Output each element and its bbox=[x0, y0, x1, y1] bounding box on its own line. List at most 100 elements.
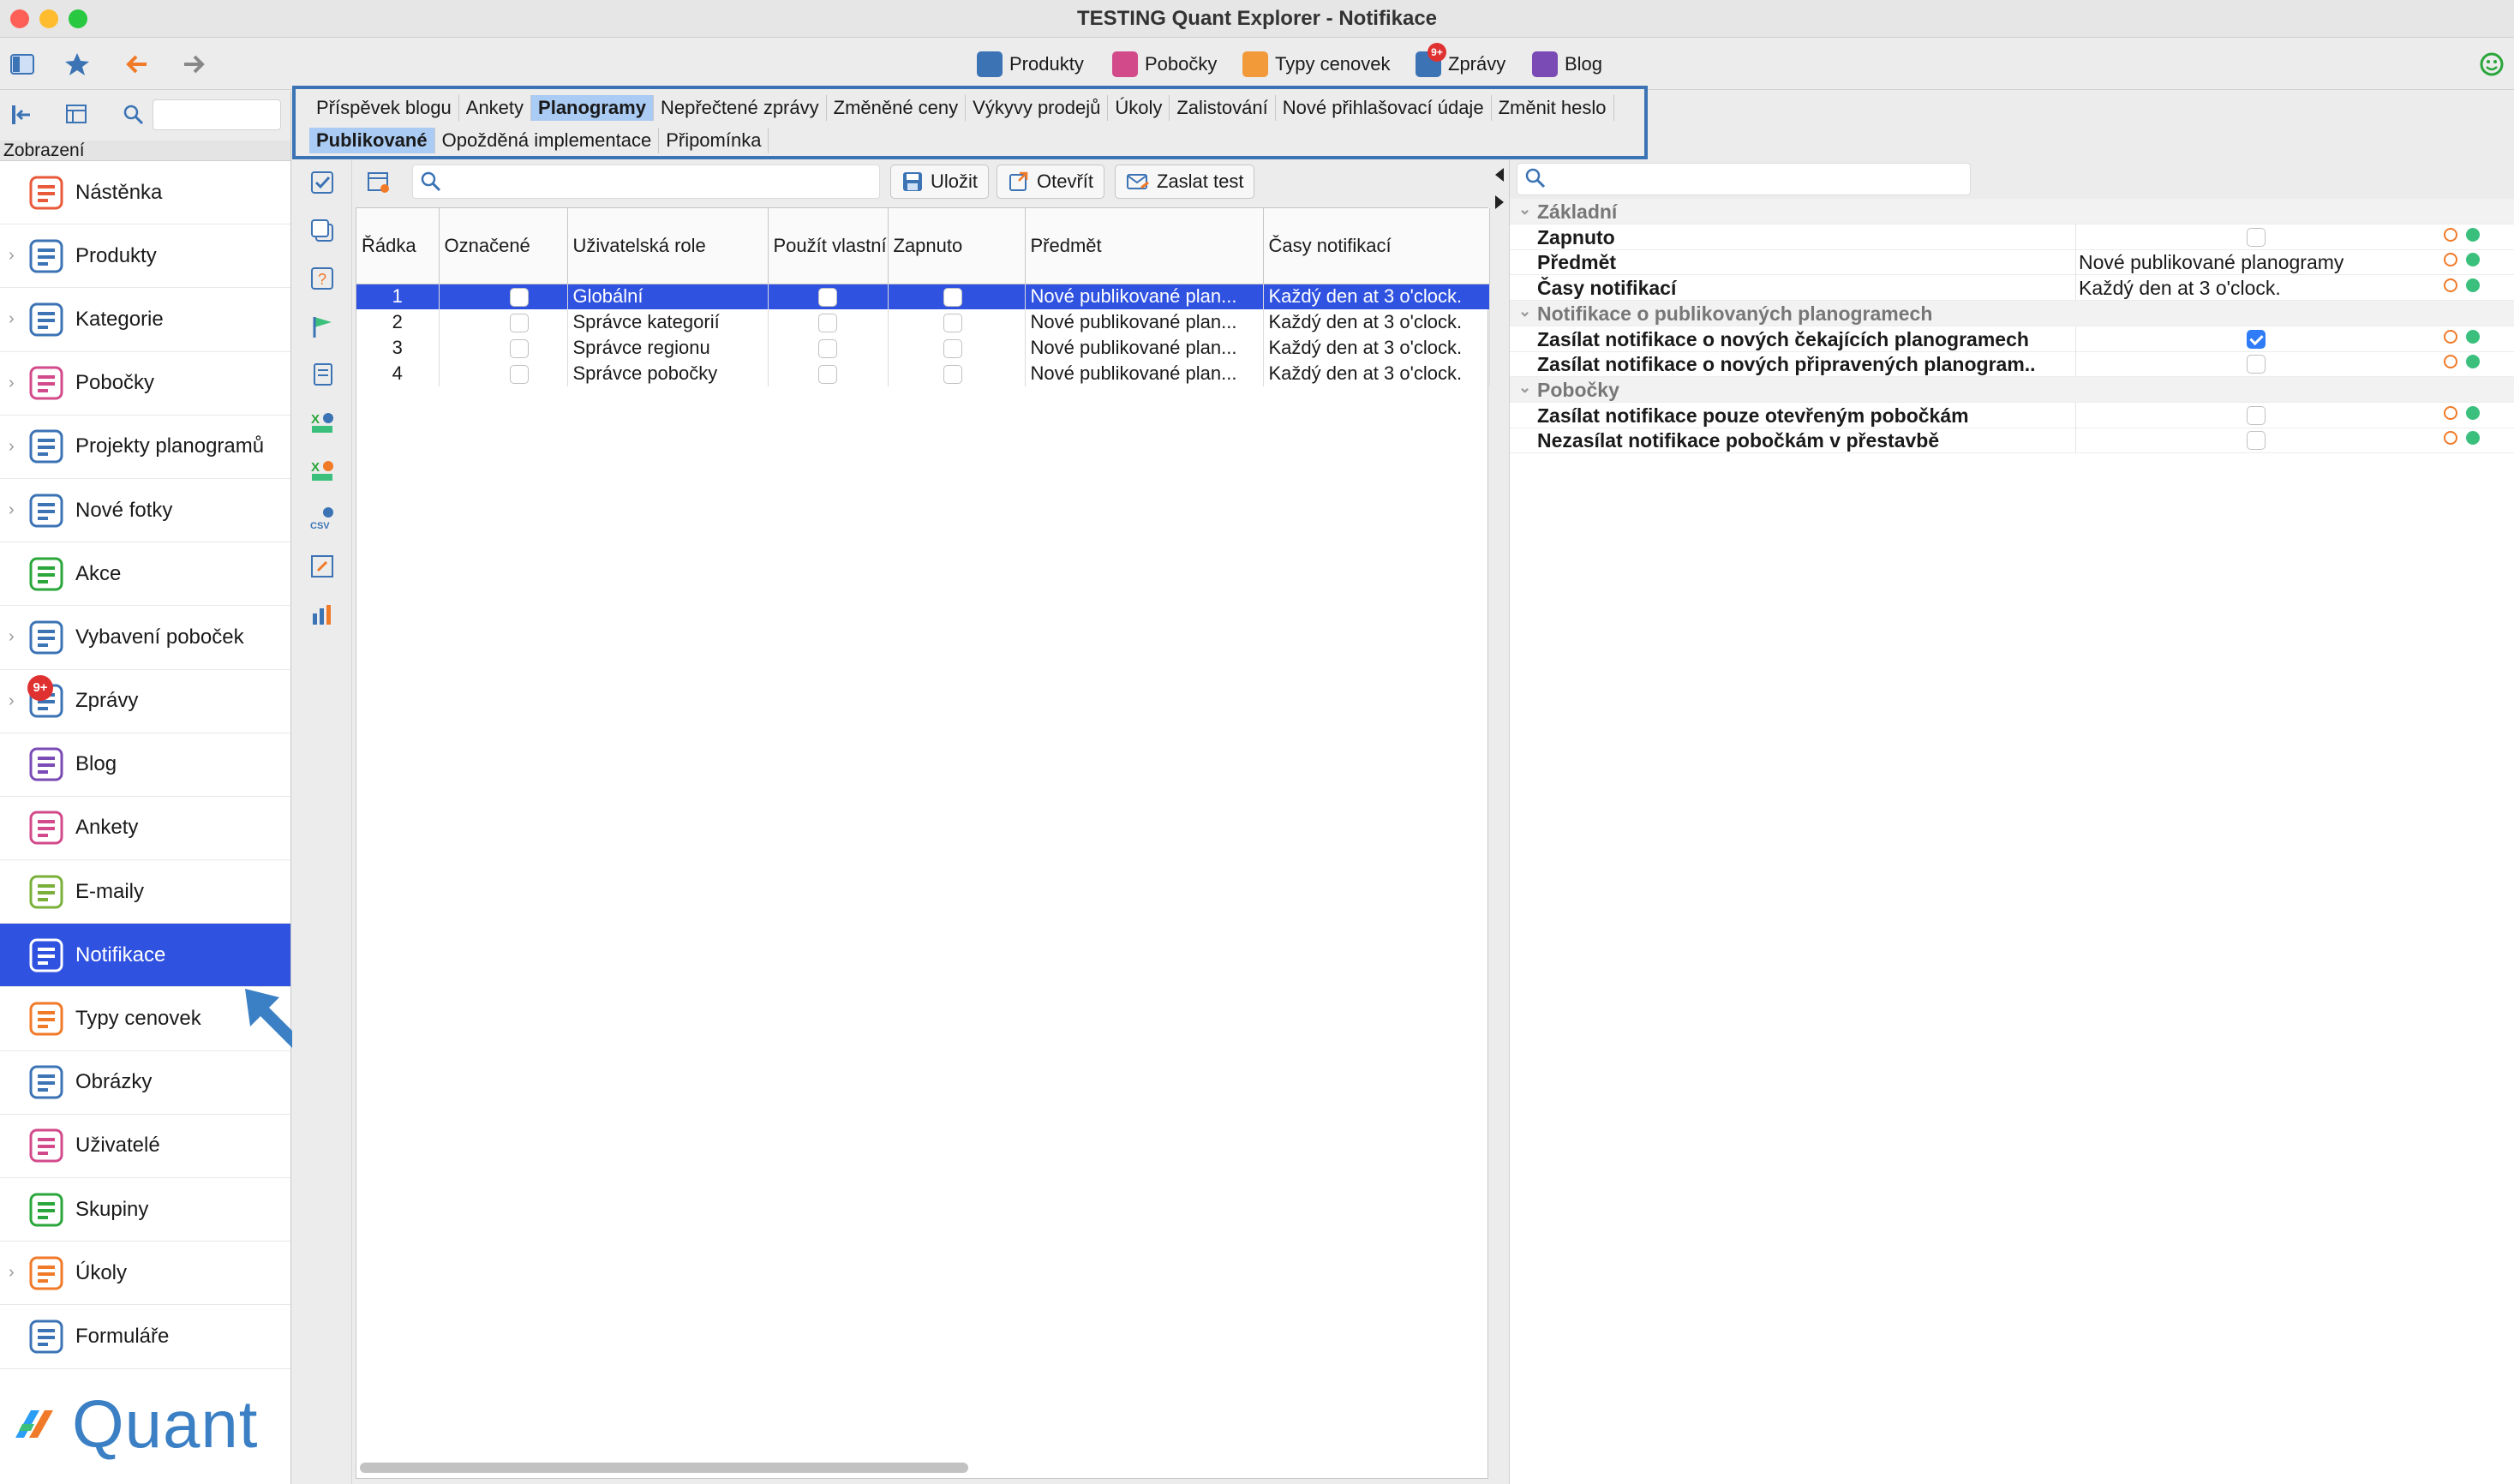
marked-cell[interactable] bbox=[439, 309, 568, 335]
sidebar-item-notification[interactable]: Notifikace bbox=[0, 924, 290, 988]
tab-primary-8[interactable]: Nové přihlašovací údaje bbox=[1276, 95, 1492, 121]
open-button[interactable]: Otevřít bbox=[997, 165, 1105, 199]
user-role-cell[interactable]: Správce regionu bbox=[567, 335, 769, 361]
flag-button[interactable] bbox=[308, 312, 337, 341]
horizontal-scrollbar[interactable] bbox=[360, 1463, 968, 1473]
property-row[interactable]: Zapnuto bbox=[1510, 224, 2514, 250]
transform-button[interactable] bbox=[308, 552, 337, 581]
grid-settings-button[interactable] bbox=[364, 168, 393, 197]
sidebar-item-groups[interactable]: Skupiny bbox=[0, 1178, 290, 1242]
sidebar-item-planogram-projects[interactable]: › Projekty planogramů bbox=[0, 416, 290, 479]
enabled-cell[interactable] bbox=[888, 335, 1026, 361]
marked-cell[interactable] bbox=[439, 361, 568, 386]
expand-chevron-icon[interactable]: › bbox=[9, 627, 15, 647]
property-row[interactable]: Zasílat notifikace o nových připravených… bbox=[1510, 351, 2514, 378]
subject-cell[interactable]: Nové publikované plan... bbox=[1025, 309, 1264, 335]
use-custom-cell[interactable] bbox=[768, 284, 889, 309]
toolbar-price-tags-button[interactable]: Typy cenovek bbox=[1242, 49, 1391, 80]
forward-button[interactable] bbox=[178, 49, 209, 80]
property-value[interactable]: Každý den at 3 o'clock. bbox=[2079, 277, 2281, 300]
row-number-cell[interactable]: 2 bbox=[356, 309, 440, 335]
sidebar-item-dashboard[interactable]: Nástěnka bbox=[0, 161, 290, 225]
tab-primary-2[interactable]: Planogramy bbox=[531, 95, 654, 121]
apply-to-all-icon[interactable] bbox=[2466, 431, 2480, 446]
import-excel-button[interactable]: X bbox=[308, 456, 337, 485]
send-test-button[interactable]: Zaslat test bbox=[1115, 165, 1255, 199]
sidebar-item-image[interactable]: Obrázky bbox=[0, 1051, 290, 1115]
notification-times-cell[interactable]: Každý den at 3 o'clock. bbox=[1263, 284, 1490, 309]
panel-splitter[interactable] bbox=[1492, 159, 1509, 1484]
row-number-cell[interactable]: 4 bbox=[356, 361, 440, 386]
sidebar-item-tasks[interactable]: › Úkoly bbox=[0, 1242, 290, 1306]
tab-primary-5[interactable]: Výkyvy prodejů bbox=[966, 95, 1109, 121]
use-custom-checkbox[interactable] bbox=[818, 314, 837, 333]
apply-to-all-icon[interactable] bbox=[2466, 278, 2480, 293]
reset-icon[interactable] bbox=[2444, 329, 2457, 344]
export-csv-button[interactable]: CSV bbox=[308, 504, 337, 533]
property-group[interactable]: ⌄ Notifikace o publikovaných planogramech bbox=[1510, 300, 2514, 326]
tab-secondary-1[interactable]: Opožděná implementace bbox=[435, 128, 660, 153]
tab-secondary-2[interactable]: Připomínka bbox=[659, 128, 769, 153]
column-header[interactable]: Uživatelská role bbox=[567, 208, 769, 284]
enabled-cell[interactable] bbox=[888, 361, 1026, 386]
sidebar-item-branches[interactable]: › Pobočky bbox=[0, 352, 290, 416]
column-header[interactable]: Použít vlastní bbox=[768, 208, 889, 284]
use-custom-cell[interactable] bbox=[768, 335, 889, 361]
apply-to-all-icon[interactable] bbox=[2466, 405, 2480, 420]
subject-cell[interactable]: Nové publikované plan... bbox=[1025, 335, 1264, 361]
enabled-checkbox[interactable] bbox=[943, 288, 962, 308]
sidebar-item-survey[interactable]: Ankety bbox=[0, 797, 290, 861]
table-row[interactable]: 3 Správce regionu Nové publikované plan...… bbox=[356, 335, 1490, 361]
expand-chevron-icon[interactable]: › bbox=[9, 691, 15, 711]
column-header[interactable]: Předmět bbox=[1025, 208, 1264, 284]
user-role-cell[interactable]: Globální bbox=[567, 284, 769, 309]
marked-checkbox[interactable] bbox=[509, 339, 529, 359]
use-custom-checkbox[interactable] bbox=[818, 288, 837, 308]
sidebar-item-equipment[interactable]: › Vybavení poboček bbox=[0, 606, 290, 670]
expand-chevron-icon[interactable]: › bbox=[9, 437, 15, 457]
save-button[interactable]: Uložit bbox=[890, 165, 990, 199]
enabled-checkbox[interactable] bbox=[943, 339, 962, 359]
enabled-checkbox[interactable] bbox=[943, 365, 962, 385]
help-button[interactable]: ? bbox=[308, 264, 337, 293]
sidebar-item-forms[interactable]: Formuláře bbox=[0, 1305, 290, 1369]
property-row[interactable]: Předmět Nové publikované planogramy bbox=[1510, 249, 2514, 276]
sidebar-item-email[interactable]: E-maily bbox=[0, 860, 290, 925]
notification-times-cell[interactable]: Každý den at 3 o'clock. bbox=[1263, 361, 1490, 386]
column-header[interactable]: Časy notifikací bbox=[1263, 208, 1490, 284]
toolbar-blog-button[interactable]: Blog bbox=[1532, 49, 1602, 80]
toolbar-products-button[interactable]: Produkty bbox=[977, 49, 1084, 80]
expand-chevron-icon[interactable]: › bbox=[9, 1263, 15, 1283]
tab-primary-4[interactable]: Změněné ceny bbox=[827, 95, 967, 121]
apply-to-all-icon[interactable] bbox=[2466, 329, 2480, 344]
group-chevron-icon[interactable]: ⌄ bbox=[1518, 200, 1531, 218]
apply-to-all-icon[interactable] bbox=[2466, 227, 2480, 242]
group-chevron-icon[interactable]: ⌄ bbox=[1518, 379, 1531, 397]
property-row[interactable]: Zasílat notifikace pouze otevřeným poboč… bbox=[1510, 402, 2514, 428]
subject-cell[interactable]: Nové publikované plan... bbox=[1025, 361, 1264, 386]
document-button[interactable] bbox=[308, 360, 337, 389]
back-button[interactable] bbox=[122, 49, 153, 80]
enabled-checkbox[interactable] bbox=[943, 314, 962, 333]
expand-chevron-icon[interactable]: › bbox=[9, 246, 15, 266]
sidebar-item-categories[interactable]: › Kategorie bbox=[0, 288, 290, 352]
use-custom-cell[interactable] bbox=[768, 361, 889, 386]
expand-chevron-icon[interactable]: › bbox=[9, 374, 15, 393]
property-row[interactable]: Zasílat notifikace o nových čekajících p… bbox=[1510, 326, 2514, 352]
reset-icon[interactable] bbox=[2444, 405, 2457, 420]
favorites-button[interactable] bbox=[62, 49, 93, 80]
property-checkbox[interactable] bbox=[2247, 329, 2266, 349]
tab-primary-3[interactable]: Nepřečtené zprávy bbox=[654, 95, 827, 121]
use-custom-cell[interactable] bbox=[768, 309, 889, 335]
marked-checkbox[interactable] bbox=[509, 288, 529, 308]
property-row[interactable]: Časy notifikací Každý den at 3 o'clock. bbox=[1510, 275, 2514, 302]
marked-checkbox[interactable] bbox=[509, 314, 529, 333]
sidebar-search-input[interactable] bbox=[153, 99, 281, 130]
reset-icon[interactable] bbox=[2444, 253, 2457, 267]
property-checkbox[interactable] bbox=[2247, 405, 2266, 425]
table-settings-button[interactable] bbox=[62, 99, 93, 130]
check-all-button[interactable] bbox=[308, 168, 337, 197]
row-number-cell[interactable]: 1 bbox=[356, 284, 440, 309]
tab-primary-6[interactable]: Úkoly bbox=[1108, 95, 1170, 121]
properties-search-input[interactable] bbox=[1517, 163, 1971, 195]
